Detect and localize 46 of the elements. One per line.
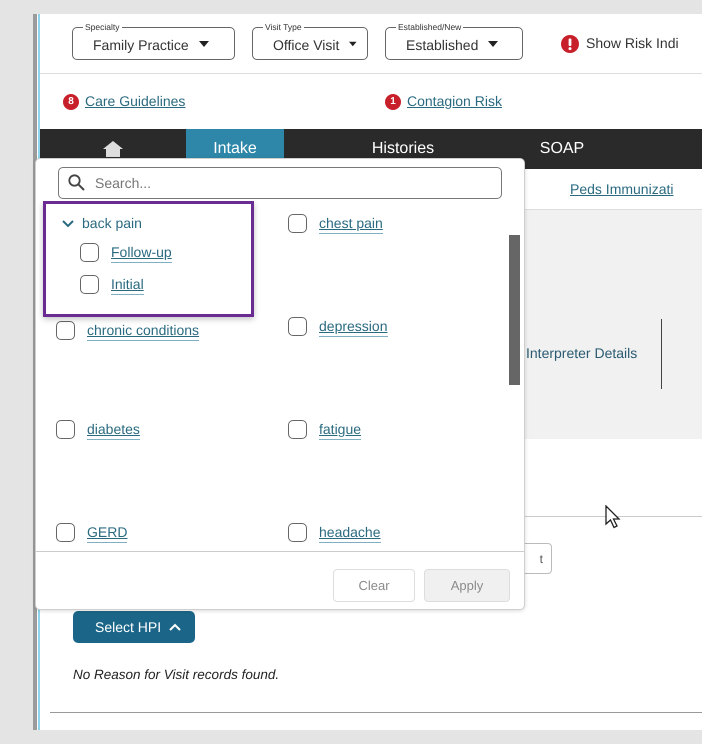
field-label: Visit Type [263,21,304,33]
empty-message: No Reason for Visit records found. [73,666,280,684]
chevron-down-icon[interactable] [62,220,74,228]
checkbox[interactable] [56,321,75,340]
search-icon [68,174,85,191]
caret-icon [488,41,498,47]
chevron-up-icon [169,623,182,631]
group-label[interactable]: back pain [82,213,142,234]
select-value: Family Practice [93,36,189,55]
risk-toggle-label[interactable]: Show Risk Indi [586,33,679,54]
scrollbar-thumb[interactable] [509,235,520,385]
caret-icon [198,41,209,47]
checkbox[interactable] [80,243,99,262]
alert-link[interactable]: Contagion Risk [407,91,502,112]
field-label: Specialty [83,21,122,33]
select-hpi-button[interactable]: Select HPI [73,611,196,643]
nav-tab[interactable]: SOAP [522,129,602,169]
option-link[interactable]: Follow-up [111,243,172,263]
option-link[interactable]: GERD [87,523,128,543]
select-value: Office Visit [273,36,340,55]
cursor-icon [605,505,621,529]
count-badge: 8 [63,94,79,110]
checkbox[interactable] [56,523,75,542]
caret-icon [349,41,357,47]
home-icon[interactable] [103,141,123,157]
checkbox[interactable] [288,523,307,542]
checkbox[interactable] [288,317,307,336]
option-link[interactable]: depression [319,317,388,337]
option-link[interactable]: chest pain [319,214,383,234]
option-link[interactable]: fatigue [319,420,362,440]
checkbox[interactable] [80,275,99,294]
select-value: Established [406,36,478,55]
alert-link[interactable]: Care Guidelines [85,91,186,112]
immunization-link[interactable]: Peds Immunizati [570,178,674,200]
search-field[interactable]: Search... [58,167,502,199]
option-link[interactable]: diabetes [87,420,140,440]
checkbox[interactable] [56,420,75,439]
checkbox[interactable] [288,420,307,439]
option-link[interactable]: chronic conditions [87,321,200,341]
option-link[interactable]: headache [319,523,381,543]
checkbox[interactable] [288,214,307,233]
count-badge: 1 [385,94,401,110]
option-link[interactable]: Initial [111,275,144,295]
warning-icon [561,34,579,52]
nav-tab[interactable]: Histories [284,129,522,169]
field-label: Established/New [396,21,464,33]
